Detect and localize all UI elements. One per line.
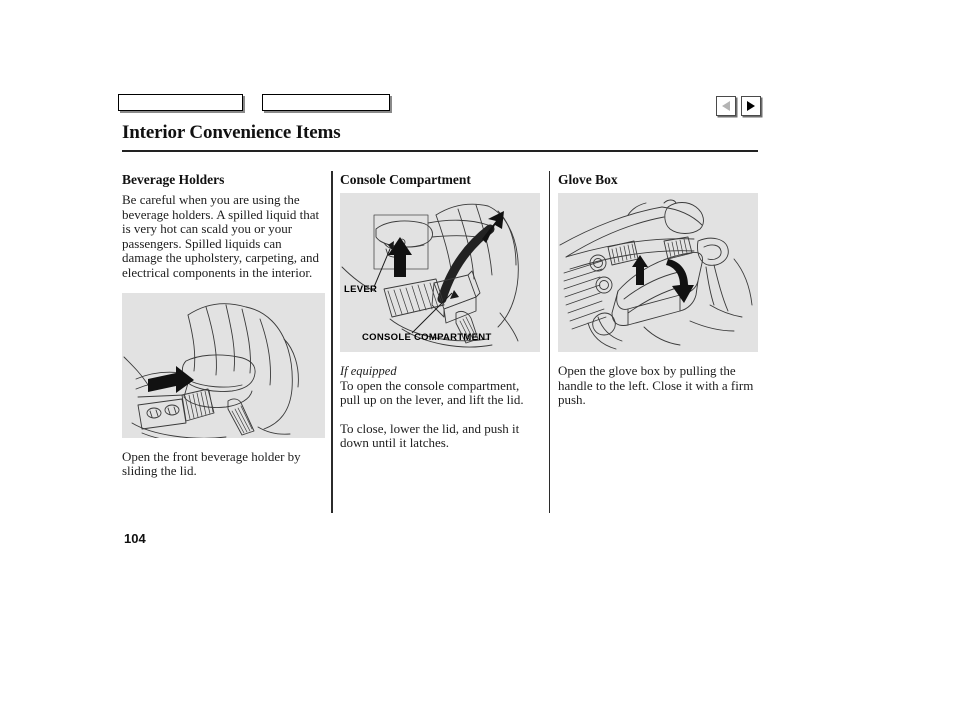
section-heading-console-compartment: Console Compartment xyxy=(340,172,471,187)
callout-lever: LEVER xyxy=(344,284,378,295)
triangle-left-icon xyxy=(722,101,730,111)
page-number: 104 xyxy=(124,531,146,546)
glove-box-body: Open the glove box by pulling the handle… xyxy=(558,363,754,408)
section-heading-beverage-holders: Beverage Holders xyxy=(122,172,225,187)
previous-page-button[interactable] xyxy=(716,96,736,116)
console-compartment-open-text: If equipped To open the console compartm… xyxy=(340,364,542,408)
column-divider-1 xyxy=(331,171,333,513)
beverage-holder-illustration xyxy=(122,292,325,438)
title-divider-rule xyxy=(122,150,758,152)
section-console-compartment: Console Compartment LEVER CONSOLE COMPAR… xyxy=(340,172,542,451)
manual-page: Interior Convenience Items Beverage Hold… xyxy=(0,0,954,710)
console-compartment-body-1: To open the console compartment, pull up… xyxy=(340,377,524,408)
section-glove-box: Glove Box Open the glove box by pulling … xyxy=(558,172,760,408)
page-title: Interior Convenience Items xyxy=(122,122,341,143)
column-divider-2 xyxy=(548,171,550,513)
triangle-right-icon xyxy=(747,101,755,111)
section-heading-glove-box: Glove Box xyxy=(558,172,618,187)
callout-console-compartment: CONSOLE COMPARTMENT xyxy=(362,332,492,343)
header-tab-box-1[interactable] xyxy=(118,94,243,111)
console-compartment-note: If equipped xyxy=(340,364,397,378)
console-compartment-illustration: LEVER CONSOLE COMPARTMENT xyxy=(340,193,540,352)
beverage-holders-body: Be careful when you are using the bevera… xyxy=(122,192,320,280)
beverage-holder-caption: Open the front beverage holder by slidin… xyxy=(122,448,301,479)
section-beverage-holders: Beverage Holders Be careful when you are… xyxy=(122,172,325,479)
glove-box-illustration xyxy=(558,193,758,352)
console-compartment-body-2: To close, lower the lid, and push it dow… xyxy=(340,420,520,451)
next-page-button[interactable] xyxy=(741,96,761,116)
header-tab-box-2[interactable] xyxy=(262,94,390,111)
